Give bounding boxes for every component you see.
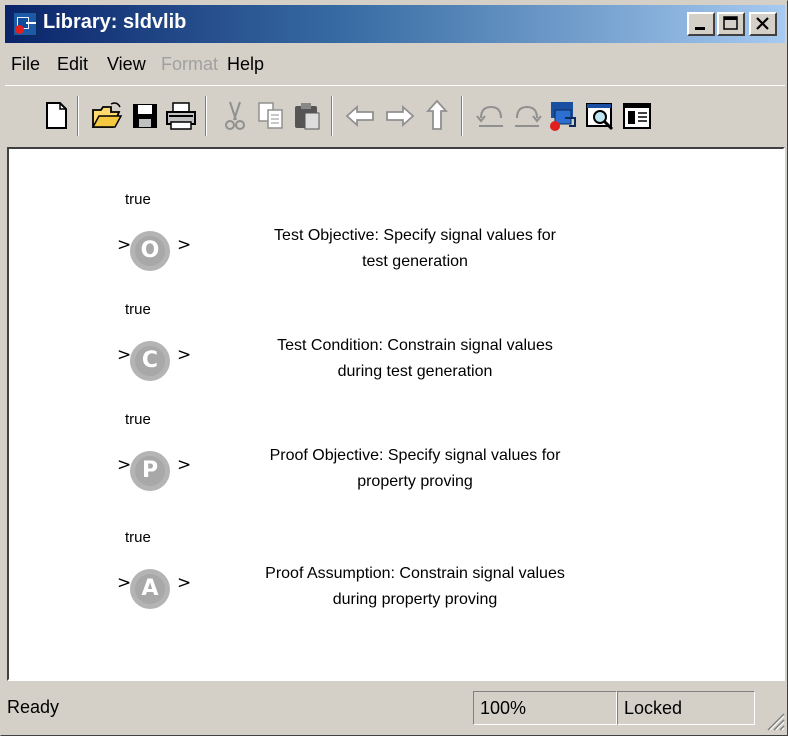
description-line: during property proving: [332, 591, 498, 608]
toolbar-separator: [331, 96, 333, 136]
output-port[interactable]: >: [177, 235, 191, 255]
title-bar[interactable]: Library: sldvlib: [5, 5, 785, 43]
lock-status: Locked: [624, 698, 683, 718]
status-text: Ready: [7, 697, 60, 717]
block-description: Test Objective: Specify signal values fo…: [205, 223, 625, 275]
block-properties-icon: [623, 103, 651, 129]
block-description: Proof Assumption: Constrain signal value…: [205, 561, 625, 613]
open-button[interactable]: [89, 98, 125, 134]
description-line: during test generation: [337, 363, 493, 380]
cut-button[interactable]: [217, 98, 253, 134]
maximize-icon: [723, 16, 738, 30]
description-line: Proof Assumption: Constrain signal value…: [265, 565, 565, 582]
redo-icon: [515, 105, 542, 127]
open-icon: [91, 102, 123, 128]
copy-button[interactable]: [253, 98, 289, 134]
badge-letter: C: [135, 346, 165, 376]
save-button[interactable]: [127, 98, 163, 134]
undo-icon: [476, 105, 503, 127]
simulink-app-icon[interactable]: [13, 12, 37, 36]
paste-button[interactable]: [289, 98, 325, 134]
up-icon: [425, 99, 449, 130]
new-icon: [46, 102, 67, 129]
close-icon: [756, 17, 769, 30]
badge-letter: A: [135, 574, 165, 604]
menu-file[interactable]: File: [11, 54, 40, 75]
print-icon: [166, 102, 196, 130]
new-button[interactable]: [39, 98, 75, 134]
library-canvas[interactable]: true > O > Test Objective: Specify signa…: [7, 147, 785, 681]
port-label: true: [125, 411, 151, 428]
block-properties-button[interactable]: [619, 98, 655, 134]
zoom-panel: 100%: [473, 691, 617, 725]
port-label: true: [125, 529, 151, 546]
port-label: true: [125, 191, 151, 208]
library-browser-button[interactable]: [545, 98, 581, 134]
paste-icon: [295, 103, 320, 130]
forward-button[interactable]: [381, 98, 417, 134]
test-condition-block[interactable]: true > C > Test Condition: Constrain sig…: [9, 301, 783, 411]
output-port[interactable]: >: [177, 345, 191, 365]
output-port[interactable]: >: [177, 455, 191, 475]
up-button[interactable]: [419, 98, 455, 134]
output-port[interactable]: >: [177, 573, 191, 593]
badge-letter: P: [135, 456, 165, 486]
close-button[interactable]: [749, 12, 777, 36]
save-icon: [133, 104, 157, 128]
print-button[interactable]: [163, 98, 199, 134]
cut-icon: [225, 101, 245, 130]
redo-button[interactable]: [509, 98, 545, 134]
proof-assumption-block[interactable]: true > A > Proof Assumption: Constrain s…: [9, 529, 783, 639]
condition-badge-icon[interactable]: C: [130, 341, 170, 381]
forward-icon: [386, 104, 415, 128]
model-explorer-icon: [586, 103, 614, 131]
toolbar-separator: [205, 96, 207, 136]
back-icon: [345, 104, 374, 128]
description-line: Test Condition: Constrain signal values: [277, 337, 553, 354]
proof-objective-block[interactable]: true > P > Proof Objective: Specify sign…: [9, 411, 783, 521]
description-line: Proof Objective: Specify signal values f…: [269, 447, 561, 464]
resize-grip-icon[interactable]: [763, 709, 785, 731]
back-button[interactable]: [343, 98, 379, 134]
minimize-button[interactable]: [687, 12, 715, 36]
objective-badge-icon[interactable]: O: [130, 231, 170, 271]
badge-letter: O: [135, 236, 165, 266]
description-line: Test Objective: Specify signal values fo…: [274, 227, 556, 244]
port-label: true: [125, 301, 151, 318]
menu-bar: File Edit View Format Help: [5, 47, 785, 81]
undo-button[interactable]: [473, 98, 509, 134]
copy-icon: [258, 102, 283, 129]
library-window: Library: sldvlib File Edit View Format H…: [0, 0, 788, 736]
test-objective-block[interactable]: true > O > Test Objective: Specify signa…: [9, 191, 783, 301]
description-line: property proving: [357, 473, 473, 490]
status-bar: Ready 100% Locked: [5, 685, 785, 731]
lock-panel: Locked: [617, 691, 755, 725]
model-explorer-button[interactable]: [583, 98, 619, 134]
menu-format[interactable]: Format: [161, 54, 218, 75]
block-description: Test Condition: Constrain signal values …: [205, 333, 625, 385]
maximize-button[interactable]: [717, 12, 745, 36]
toolbar: [5, 85, 785, 146]
menu-view[interactable]: View: [107, 54, 146, 75]
assumption-badge-icon[interactable]: A: [130, 569, 170, 609]
window-title: Library: sldvlib: [43, 11, 187, 33]
toolbar-separator: [77, 96, 79, 136]
library-browser-icon: [550, 102, 576, 131]
menu-edit[interactable]: Edit: [57, 54, 88, 75]
zoom-level: 100%: [480, 698, 527, 718]
menu-help[interactable]: Help: [227, 54, 264, 75]
minimize-icon: [695, 27, 705, 30]
proof-badge-icon[interactable]: P: [130, 451, 170, 491]
toolbar-separator: [461, 96, 463, 136]
block-description: Proof Objective: Specify signal values f…: [205, 443, 625, 495]
description-line: test generation: [362, 253, 468, 270]
